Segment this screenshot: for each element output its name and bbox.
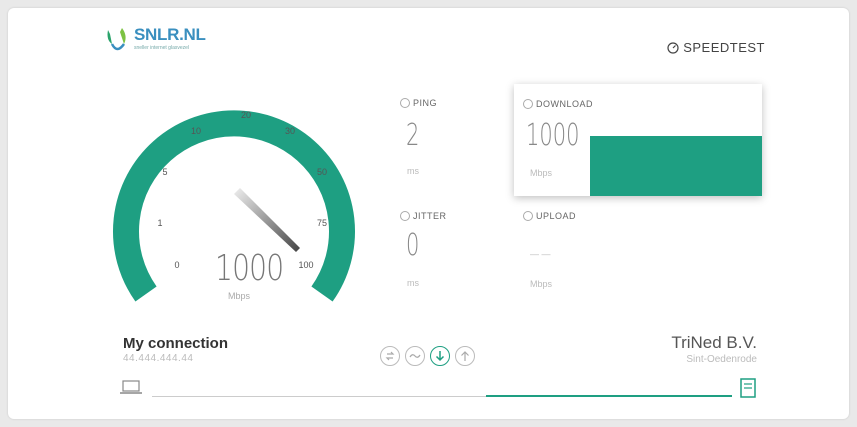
step-wave[interactable] <box>405 346 425 366</box>
upload-arrow-icon <box>461 351 469 361</box>
gauge-speed-unit: Mbps <box>228 291 251 301</box>
gauge-tick: 30 <box>285 126 295 136</box>
speedometer-icon <box>667 41 679 54</box>
step-download[interactable] <box>430 346 450 366</box>
download-arrow-icon <box>435 351 445 362</box>
ping-label: PING <box>400 98 437 108</box>
connection-progress <box>486 395 732 397</box>
gauge-tick: 75 <box>317 218 327 228</box>
download-unit: Mbps <box>530 168 553 178</box>
ping-icon <box>400 98 410 108</box>
download-label: DOWNLOAD <box>523 99 593 109</box>
gauge-tick: 100 <box>298 260 313 270</box>
step-upload[interactable] <box>455 346 475 366</box>
server-icon <box>740 378 756 398</box>
connection-ip: 44.444.444.44 <box>123 353 194 364</box>
speedtest-title: SPEEDTEST <box>667 40 765 55</box>
gauge-tick: 20 <box>241 110 251 120</box>
download-value: 1000 <box>526 118 580 153</box>
gauge-tick: 0 <box>174 260 179 270</box>
step-exchange[interactable] <box>380 346 400 366</box>
connection-title: My connection <box>123 335 229 352</box>
jitter-label: JITTER <box>400 211 447 221</box>
jitter-value: 0 <box>406 228 420 263</box>
gauge-tick: 5 <box>162 167 167 177</box>
upload-label: UPLOAD <box>523 211 576 221</box>
gauge-tick: 1 <box>157 218 162 228</box>
brand-tagline: sneller internet glasvezel <box>134 45 190 51</box>
upload-icon <box>523 211 533 221</box>
jitter-icon <box>400 211 410 221</box>
brand-name: SNLR.NL <box>134 25 206 44</box>
gauge-tick: 10 <box>191 126 201 136</box>
wave-icon <box>409 354 421 358</box>
gauge-speed-value: 1000 <box>215 248 284 289</box>
download-graph <box>590 136 762 196</box>
laptop-icon <box>120 380 142 394</box>
gauge-tick: 50 <box>317 167 327 177</box>
test-steps <box>380 346 475 366</box>
download-icon <box>523 99 533 109</box>
gauge-needle <box>234 188 300 252</box>
brand-logo[interactable]: SNLR.NL sneller internet glasvezel <box>104 26 206 56</box>
upload-value: — — <box>530 249 551 259</box>
isp-name: TriNed B.V. <box>671 333 757 352</box>
upload-unit: Mbps <box>530 279 553 289</box>
jitter-unit: ms <box>407 278 419 288</box>
arrows-exchange-icon <box>385 351 395 361</box>
isp-location: Sint-Oedenrode <box>686 354 757 365</box>
ping-unit: ms <box>407 166 419 176</box>
snlr-logo-icon <box>107 28 126 51</box>
ping-value: 2 <box>406 118 420 153</box>
